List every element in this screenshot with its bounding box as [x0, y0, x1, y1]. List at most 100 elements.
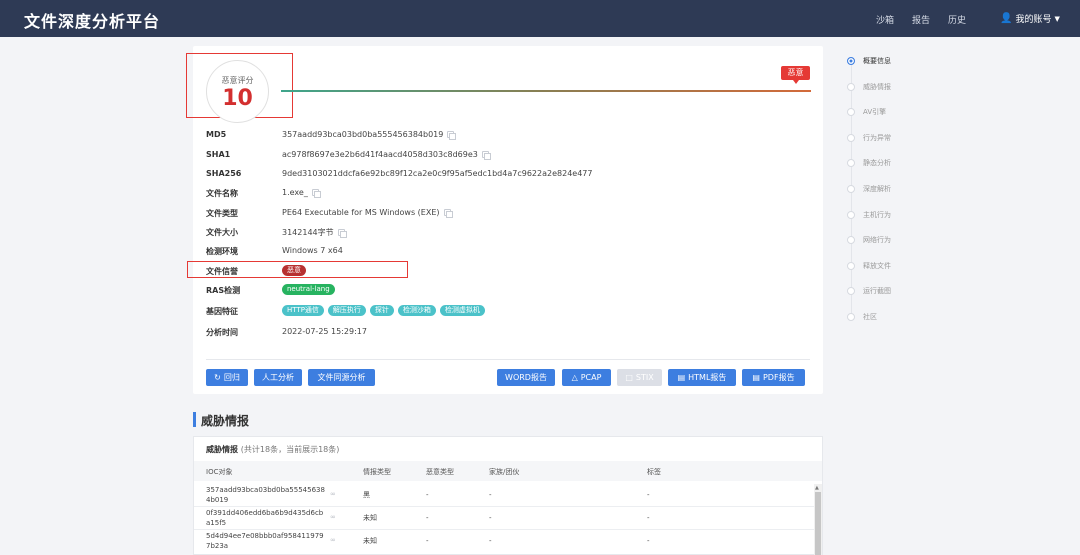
filetype-label: 文件类型 [206, 209, 238, 218]
filetype-text: PE64 Executable for MS Windows (EXE) [282, 208, 440, 217]
pdf-report-button[interactable]: ▤ PDF报告 [742, 369, 805, 386]
account-menu[interactable]: 👤 我的账号 ▼ [1000, 12, 1060, 25]
sidenav-dot [847, 57, 855, 65]
score-gradient-line [281, 90, 811, 92]
rescan-button[interactable]: ↻ 回归 [206, 369, 248, 386]
document-icon: ▤ [752, 373, 760, 382]
sidenav-label: 威胁情报 [863, 83, 891, 91]
manual-analysis-button[interactable]: 人工分析 [254, 369, 302, 386]
sidenav-dot [847, 108, 855, 116]
gene-tag: HTTP通信 [282, 305, 324, 316]
chevron-down-icon: ▼ [1054, 14, 1060, 23]
score-value: 10 [222, 86, 253, 111]
intel-card-count: (共计18条，当前展示18条) [240, 445, 340, 454]
analysis-time-label: 分析时间 [206, 328, 238, 337]
sidenav-item-threat-intel[interactable]: 威胁情报 [847, 82, 891, 92]
intel-type-cell: 未知 [363, 537, 377, 545]
pdf-report-label: PDF报告 [762, 373, 795, 382]
copy-icon[interactable] [481, 151, 491, 160]
sidenav-label: 社区 [863, 313, 877, 321]
genes-value: HTTP通信 解压执行 探针 检测沙箱 检测虚拟机 [282, 305, 485, 316]
intel-type-cell: 未知 [363, 514, 377, 522]
rescan-label: 回归 [223, 373, 240, 382]
filename-value: 1.exe_ [282, 188, 321, 198]
sidenav-item-static-analysis[interactable]: 静态分析 [847, 158, 891, 168]
filesize-value: 3142144字节 [282, 227, 347, 238]
sidenav-item-deep-parse[interactable]: 深度解析 [847, 184, 891, 194]
sidenav-item-community[interactable]: 社区 [847, 312, 877, 322]
family-cell: - [489, 537, 492, 545]
document-icon: ▤ [677, 373, 686, 382]
filesize-label: 文件大小 [206, 228, 238, 237]
sidenav-label: 网络行为 [863, 236, 891, 244]
sidenav-dot [847, 134, 855, 142]
filesize-text: 3142144字节 [282, 228, 334, 237]
nav-reports[interactable]: 报告 [912, 13, 930, 26]
col-ioc: IOC对象 [206, 468, 233, 476]
sidenav-item-behavior-anomaly[interactable]: 行为异常 [847, 133, 891, 143]
row-divider [194, 529, 814, 530]
filename-text: 1.exe_ [282, 188, 308, 197]
sidenav-item-host-behavior[interactable]: 主机行为 [847, 210, 891, 220]
ras-badge: neutral-lang [282, 284, 335, 295]
sidenav-item-av-engine[interactable]: AV引擎 [847, 107, 886, 117]
sha256-text: 9ded3103021ddcfa6e92bc89f12ca2e0c9f95af5… [282, 169, 593, 178]
stix-button[interactable]: □ STIX [617, 369, 662, 386]
html-report-label: HTML报告 [688, 373, 727, 382]
nav-history[interactable]: 历史 [948, 13, 966, 26]
copy-icon[interactable] [447, 131, 457, 140]
sidenav-label: 深度解析 [863, 185, 891, 193]
scroll-up-arrow-icon[interactable]: ▲ [815, 485, 819, 491]
intel-type-cell: 黑 [363, 491, 370, 499]
html-report-button[interactable]: ▤ HTML报告 [668, 369, 736, 386]
scrollbar-thumb[interactable] [815, 492, 821, 555]
link-icon[interactable]: ∞ [330, 513, 336, 521]
stix-icon: □ [625, 373, 633, 382]
platform-title: 文件深度分析平台 [24, 12, 161, 31]
md5-value: 357aadd93bca03bd0ba555456384b019 [282, 130, 457, 140]
ras-value: neutral-lang [282, 284, 335, 295]
env-text: Windows 7 x64 [282, 246, 343, 255]
sidenav-dot [847, 211, 855, 219]
gene-tag: 检测虚拟机 [439, 305, 485, 316]
homology-analysis-button[interactable]: 文件同源分析 [308, 369, 375, 386]
filetype-value: PE64 Executable for MS Windows (EXE) [282, 208, 453, 218]
sidenav-item-dropped-files[interactable]: 释放文件 [847, 261, 891, 271]
reputation-label: 文件信誉 [206, 267, 238, 276]
malware-type-cell: - [426, 537, 429, 545]
copy-icon[interactable] [311, 189, 321, 198]
manual-analysis-label: 人工分析 [262, 373, 294, 382]
col-tags: 标签 [647, 468, 661, 476]
sidenav-dot [847, 159, 855, 167]
pcap-icon: △ [571, 373, 578, 382]
sidenav-label: 行为异常 [863, 134, 891, 142]
copy-icon[interactable] [443, 209, 453, 218]
nav-sandbox[interactable]: 沙箱 [876, 13, 894, 26]
link-icon[interactable]: ∞ [330, 490, 336, 498]
sidenav-item-network-behavior[interactable]: 网络行为 [847, 235, 891, 245]
sidenav-item-overview[interactable]: 概要信息 [847, 56, 891, 66]
threat-intel-card-title: 威胁情报 (共计18条，当前展示18条) [206, 444, 339, 455]
ras-label: RAS检测 [206, 286, 241, 295]
sidenav-dot [847, 313, 855, 321]
gene-tag: 检测沙箱 [397, 305, 436, 316]
copy-icon[interactable] [337, 229, 347, 238]
pcap-button[interactable]: △ PCAP [562, 369, 611, 386]
filename-label: 文件名称 [206, 189, 238, 198]
md5-text: 357aadd93bca03bd0ba555456384b019 [282, 130, 444, 139]
md5-label: MD5 [206, 130, 227, 139]
col-intel-type: 情报类型 [363, 468, 391, 476]
sha1-label: SHA1 [206, 150, 231, 159]
sha1-value: ac978f8697e3e2b6d41f4aacd4058d303c8d69e3 [282, 150, 491, 160]
sidenav-label: 概要信息 [863, 57, 891, 65]
sidenav-dot [847, 262, 855, 270]
col-family: 家族/团伙 [489, 468, 520, 476]
gene-tag: 探针 [369, 305, 394, 316]
genes-label: 基因特征 [206, 307, 238, 316]
homology-analysis-label: 文件同源分析 [317, 373, 366, 382]
link-icon[interactable]: ∞ [330, 536, 336, 544]
env-label: 检测环境 [206, 247, 238, 256]
malice-score-circle: 恶意评分 10 [206, 60, 269, 123]
word-report-button[interactable]: WORD报告 [497, 369, 555, 386]
sidenav-item-screenshots[interactable]: 运行截图 [847, 286, 891, 296]
